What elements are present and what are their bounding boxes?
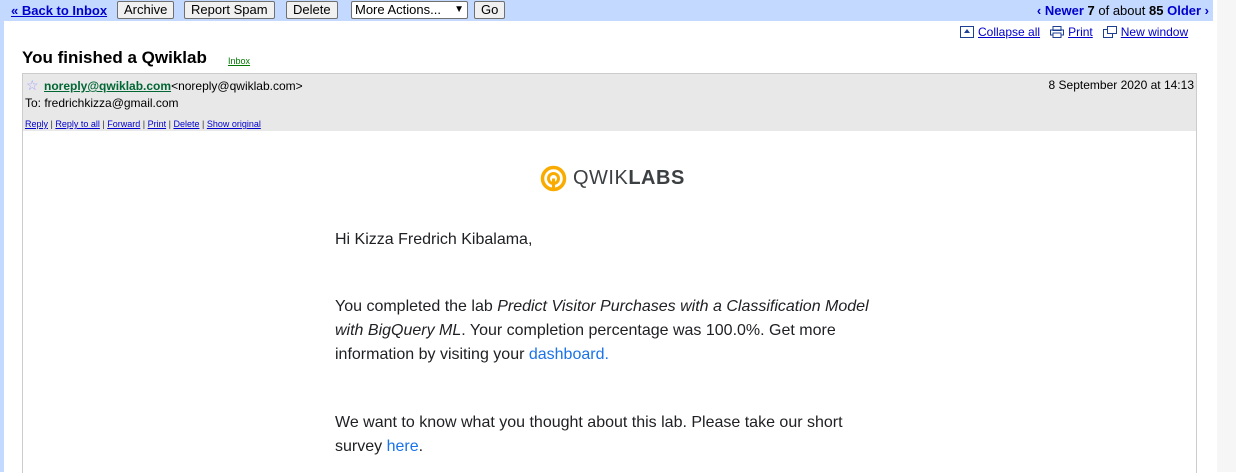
p2-end: . xyxy=(418,438,424,455)
message-header: ☆ noreply@qwiklab.com<noreply@qwiklab.co… xyxy=(23,74,1196,131)
message-date: 8 September 2020 at 14:13 xyxy=(1048,78,1194,92)
p1-start: You completed the lab xyxy=(335,298,498,315)
pager-position: 7 xyxy=(1087,3,1095,18)
printer-icon xyxy=(1050,26,1065,38)
collapse-icon xyxy=(960,26,974,38)
message-actions: Reply | Reply to all | Forward | Print |… xyxy=(25,119,261,129)
reply-link[interactable]: Reply xyxy=(25,119,48,129)
left-strip xyxy=(0,0,4,472)
email-paragraph-survey: We want to know what you thought about t… xyxy=(335,411,875,459)
top-toolbar: « Back to Inbox Archive Report Spam Dele… xyxy=(4,0,1213,21)
forward-link[interactable]: Forward xyxy=(107,119,140,129)
chevron-down-icon: ▼ xyxy=(454,4,464,15)
email-paragraph-completion: You completed the lab Predict Visitor Pu… xyxy=(335,295,875,367)
show-original-link[interactable]: Show original xyxy=(207,119,261,129)
new-window-link[interactable]: New window xyxy=(1121,25,1188,39)
dashboard-link[interactable]: dashboard xyxy=(529,346,605,363)
qwiklabs-wordmark: QWIKLABS xyxy=(573,167,685,190)
inbox-label-tag[interactable]: Inbox xyxy=(228,56,250,66)
logo-bold-text: LABS xyxy=(628,167,685,189)
more-actions-select[interactable]: More Actions... ▼ xyxy=(351,1,468,19)
sender-address[interactable]: noreply@qwiklab.com xyxy=(44,79,171,93)
report-spam-button[interactable]: Report Spam xyxy=(184,1,275,19)
star-icon[interactable]: ☆ xyxy=(26,77,39,94)
archive-button[interactable]: Archive xyxy=(117,1,175,19)
message-tools: Collapse all Print New window xyxy=(960,25,1188,39)
pager-total: 85 xyxy=(1149,3,1164,18)
back-to-inbox-link[interactable]: « Back to Inbox xyxy=(11,3,107,18)
survey-link[interactable]: here xyxy=(387,438,419,455)
logo-light-text: QWIK xyxy=(573,167,629,189)
collapse-all-link[interactable]: Collapse all xyxy=(978,25,1040,39)
scrollbar-track[interactable] xyxy=(1217,0,1236,472)
more-actions-value: More Actions... xyxy=(355,2,441,17)
email-greeting: Hi Kizza Fredrich Kibalama, xyxy=(335,231,533,248)
new-window-icon xyxy=(1102,26,1117,38)
pager-of-about: of about xyxy=(1098,3,1146,18)
newer-link[interactable]: ‹ Newer xyxy=(1037,3,1084,18)
delete-button[interactable]: Delete xyxy=(286,1,338,19)
recipient-line: To: fredrichkizza@gmail.com xyxy=(25,96,179,110)
go-button[interactable]: Go xyxy=(474,1,506,19)
older-link[interactable]: Older › xyxy=(1167,3,1209,18)
print-link[interactable]: Print xyxy=(1068,25,1093,39)
sender: noreply@qwiklab.com<noreply@qwiklab.com> xyxy=(44,79,303,93)
sender-full: <noreply@qwiklab.com> xyxy=(171,79,303,93)
pager: ‹ Newer 7 of about 85 Older › xyxy=(1037,3,1209,18)
delete-message-link[interactable]: Delete xyxy=(173,119,199,129)
print-message-link[interactable]: Print xyxy=(148,119,167,129)
p1-end: . xyxy=(604,346,609,363)
message-subject: You finished a Qwiklab xyxy=(22,48,207,67)
reply-all-link[interactable]: Reply to all xyxy=(55,119,100,129)
